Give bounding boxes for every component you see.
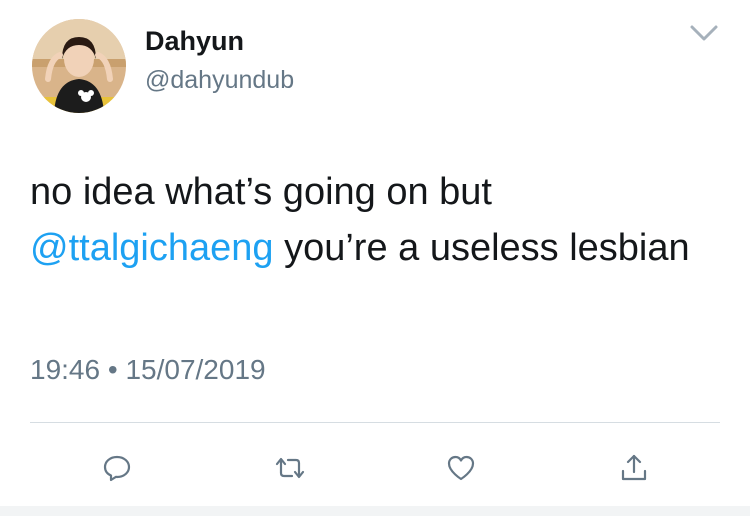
retweet-icon[interactable] xyxy=(270,448,310,488)
tweet-card: Dahyun @dahyundub no idea what’s going o… xyxy=(0,0,750,516)
tweet-timestamp[interactable]: 19:46 • 15/07/2019 xyxy=(30,352,266,388)
avatar[interactable] xyxy=(32,19,126,113)
tweet-text: no idea what’s going on but @ttalgichaen… xyxy=(30,164,720,276)
avatar-photo xyxy=(32,19,126,113)
tweet-text-lead: no idea what’s going on but xyxy=(30,171,492,213)
tweet-text-tail: you’re a useless lesbian xyxy=(273,227,690,269)
like-icon[interactable] xyxy=(441,448,481,488)
bottom-strip xyxy=(0,506,750,516)
user-handle[interactable]: @dahyundub xyxy=(145,65,294,95)
reply-icon[interactable] xyxy=(97,448,137,488)
divider xyxy=(30,422,720,423)
display-name[interactable]: Dahyun xyxy=(145,25,244,57)
mention-link[interactable]: @ttalgichaeng xyxy=(30,227,274,269)
chevron-down-icon[interactable] xyxy=(686,20,722,46)
timestamp-separator: • xyxy=(107,354,118,385)
tweet-time: 19:46 xyxy=(30,354,101,385)
share-icon[interactable] xyxy=(614,448,654,488)
tweet-date: 15/07/2019 xyxy=(125,354,266,385)
